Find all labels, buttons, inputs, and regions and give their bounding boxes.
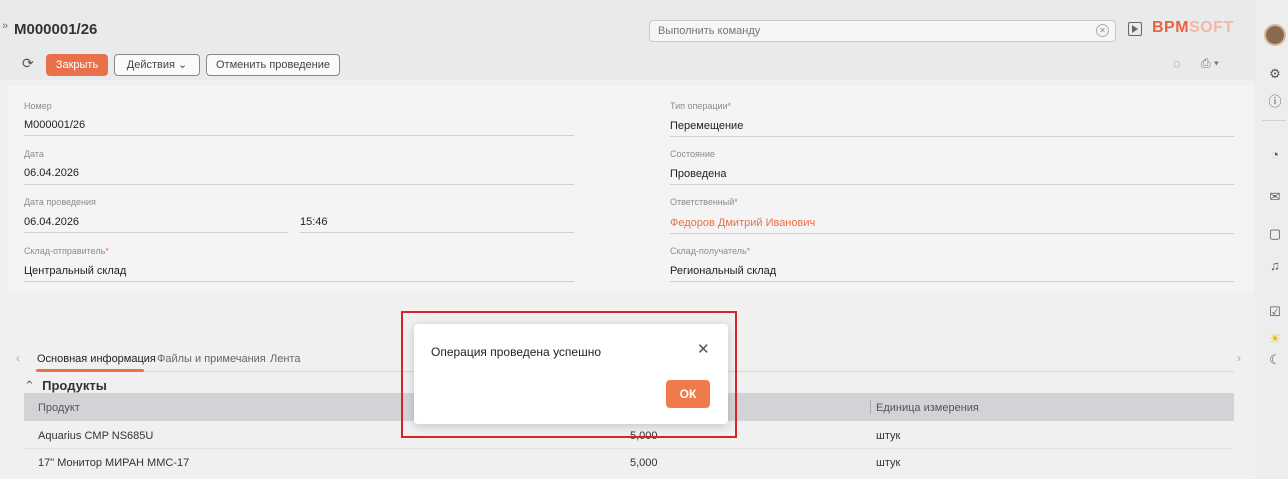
number-label: Номер (24, 101, 52, 111)
products-section-header[interactable]: ⌃ Продукты (24, 378, 107, 394)
receiver-underline (670, 281, 1234, 282)
rail-divider (1262, 120, 1286, 121)
comment-icon[interactable]: ▢ (1267, 226, 1283, 242)
avatar[interactable] (1264, 24, 1286, 46)
posting-date-underline (24, 232, 288, 233)
number-underline (24, 135, 574, 136)
quantity-cell: 5,000 (630, 457, 658, 469)
close-button[interactable]: Закрыть (46, 54, 108, 76)
sender-label-text: Склад-отправитель (24, 246, 106, 256)
products-section-title: Продукты (42, 378, 107, 393)
tag-icon[interactable]: ◌ (1173, 56, 1181, 71)
posting-date-field[interactable]: 06.04.2026 (24, 216, 79, 228)
responsible-label: Ответственный* (670, 197, 738, 207)
column-divider (870, 400, 871, 414)
actions-label: Действия (126, 59, 175, 71)
tab-feed[interactable]: Лента (270, 353, 300, 365)
operation-type-label-text: Тип операции (670, 101, 728, 111)
required-mark: * (746, 246, 751, 256)
run-command-icon[interactable] (1128, 22, 1142, 36)
posting-date-label: Дата проведения (24, 197, 96, 207)
logo-bpm: BPM (1152, 19, 1190, 36)
chevron-up-icon: ⌃ (24, 378, 35, 393)
actions-dropdown[interactable]: Действия ⌄ (114, 54, 200, 76)
logo: BPMSOFT (1152, 19, 1234, 37)
settings-icon[interactable]: ⚙ (1267, 66, 1283, 82)
responsible-underline (670, 233, 1234, 234)
date-label: Дата (24, 149, 44, 159)
chevron-down-icon: ⌄ (178, 59, 188, 71)
number-field[interactable]: М000001/26 (24, 119, 85, 131)
clear-icon[interactable]: ✕ (1096, 24, 1109, 37)
highlight-box (401, 311, 737, 438)
row-divider (24, 448, 1234, 449)
column-header-unit[interactable]: Единица измерения (876, 402, 979, 414)
date-underline (24, 184, 574, 185)
product-cell: Aquarius CMP NS685U (38, 430, 154, 442)
sender-warehouse-field[interactable]: Центральный склад (24, 265, 126, 277)
posting-time-field[interactable]: 15:46 (300, 216, 328, 228)
operation-type-label: Тип операции* (670, 101, 731, 111)
form-card (8, 86, 1254, 291)
unit-cell: штук (876, 430, 901, 442)
date-field[interactable]: 06.04.2026 (24, 167, 79, 179)
receiver-label: Склад-получатель* (670, 246, 750, 256)
command-line[interactable]: ✕ (649, 20, 1116, 42)
active-tab-indicator (36, 369, 144, 372)
state-field[interactable]: Проведена (670, 168, 726, 180)
column-header-product[interactable]: Продукт (38, 402, 80, 414)
dark-theme-icon[interactable]: ☾ (1267, 352, 1283, 368)
notifications-icon[interactable]: ♫ (1267, 258, 1283, 273)
tab-files-notes[interactable]: Файлы и примечания (157, 353, 266, 365)
receiver-warehouse-field[interactable]: Региональный склад (670, 265, 776, 277)
sender-label: Склад-отправитель* (24, 246, 109, 256)
state-label: Состояние (670, 149, 715, 159)
command-input[interactable] (650, 21, 1070, 41)
unit-cell: штук (876, 457, 901, 469)
tabs-scroll-left-icon[interactable]: ‹ (16, 351, 20, 365)
required-mark: * (734, 197, 738, 207)
operation-type-field[interactable]: Перемещение (670, 120, 743, 132)
page-title: М000001/26 (14, 21, 98, 38)
logo-soft: SOFT (1189, 19, 1234, 36)
responsible-label-text: Ответственный (670, 197, 735, 207)
print-icon[interactable]: ⎙ ▾ (1201, 56, 1219, 71)
operation-type-underline (670, 136, 1234, 137)
sender-underline (24, 281, 574, 282)
tasks-icon[interactable]: ☑ (1267, 304, 1283, 320)
product-cell: 17" Монитор МИРАН ММС-17 (38, 457, 190, 469)
refresh-icon[interactable]: ⟳ (22, 55, 34, 72)
email-icon[interactable]: ✉ (1267, 189, 1283, 205)
tabs-scroll-right-icon[interactable]: › (1237, 351, 1241, 365)
receiver-label-text: Склад-получатель (670, 246, 747, 256)
expand-sidebar-icon[interactable]: » (2, 20, 12, 34)
light-theme-icon[interactable]: ☀ (1267, 331, 1283, 347)
state-underline (670, 184, 1234, 185)
table-row[interactable] (24, 450, 1234, 475)
posting-time-underline (300, 232, 574, 233)
tab-main-info[interactable]: Основная информация (37, 353, 156, 365)
responsible-field[interactable]: Федоров Дмитрий Иванович (670, 217, 815, 229)
help-icon[interactable]: ⓘ (1267, 91, 1283, 110)
chat-icon[interactable]: ◔ (1267, 147, 1283, 162)
required-mark: * (105, 246, 109, 256)
cancel-posting-button[interactable]: Отменить проведение (206, 54, 340, 76)
required-mark: * (727, 101, 732, 111)
